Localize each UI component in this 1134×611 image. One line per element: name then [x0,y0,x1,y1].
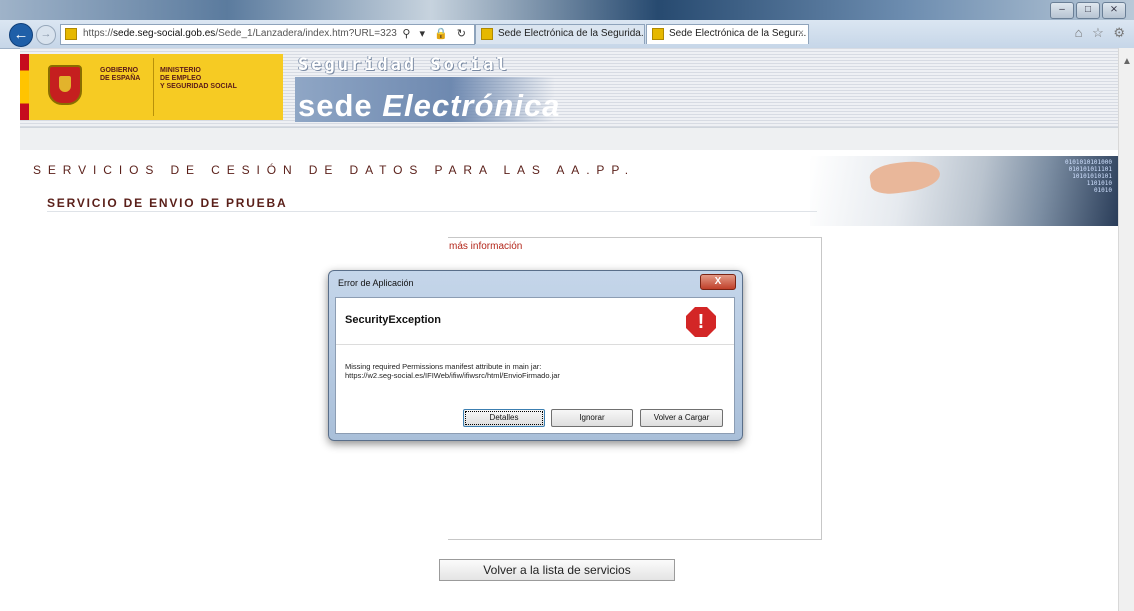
tab-sede-2-active[interactable]: Sede Electrónica de la Segur... × [646,24,809,44]
tab-title: Sede Electrónica de la Segur... [669,28,807,39]
more-info-link[interactable]: más información [449,241,522,252]
gobierno-text: GOBIERNO DE ESPAÑA [100,67,141,82]
maximize-button[interactable]: □ [1076,2,1100,19]
page-scrollbar[interactable]: ▲ [1118,48,1134,611]
scroll-up-icon[interactable]: ▲ [1122,56,1132,67]
sede-electronica-logo: sede Electrónica [298,88,561,123]
window-controls: – □ ⨯ [1050,2,1126,19]
gobierno-logo: GOBIERNO DE ESPAÑA MINISTERIO DE EMPLEO Y S… [20,54,283,120]
tab-favicon-icon [652,28,664,40]
ignore-button[interactable]: Ignorar [551,409,633,427]
reload-button[interactable]: Volver a Cargar [640,409,723,427]
stop-error-icon: ! [686,307,716,337]
tab-title: Sede Electrónica de la Segurida... [498,28,645,39]
browser-navbar: ← → https://sede.seg-social.gob.es/Sede_… [0,20,1134,49]
coat-of-arms-icon [48,65,82,105]
banner-rule [20,127,1118,150]
logo-divider [153,58,154,116]
home-favorites-settings-icons[interactable]: ⌂ ☆ ⚙ [1075,25,1128,41]
header-photo: 0101010101000 010101011101 10101010101 1101… [810,156,1118,226]
dialog-body: SecurityException ! Missing required Per… [335,297,735,434]
forward-arrow-icon[interactable]: → [36,25,56,45]
error-dialog: Error de Aplicación X SecurityException … [328,270,743,441]
seguridad-social-logo-text: Seguridad Social [298,55,510,75]
error-message: Missing required Permissions manifest at… [345,362,560,380]
back-to-services-button[interactable]: Volver a la lista de servicios [439,559,675,581]
address-bar[interactable]: https://sede.seg-social.gob.es/Sede_1/La… [60,24,475,45]
service-title: SERVICIO DE ENVIO DE PRUEBA [47,196,288,210]
binary-overlay: 0101010101000 010101011101 10101010101 1101… [1065,159,1112,194]
url-text: https://sede.seg-social.gob.es/Sede_1/La… [83,28,397,39]
window-titlebar: – □ ⨯ [0,0,1134,20]
site-banner: GOBIERNO DE ESPAÑA MINISTERIO DE EMPLEO Y S… [20,48,1118,127]
close-window-button[interactable]: ⨯ [1102,2,1126,19]
minimize-button[interactable]: – [1050,2,1074,19]
details-button[interactable]: Detalles [463,409,545,427]
spain-flag-icon [20,54,29,120]
dialog-header: SecurityException ! [336,298,734,345]
dialog-title: Error de Aplicación [338,278,414,288]
dialog-close-button[interactable]: X [700,274,736,290]
exception-title: SecurityException [345,314,441,326]
site-favicon-icon [65,28,77,40]
tab-sede-1[interactable]: Sede Electrónica de la Segurida... [475,24,645,44]
address-tools-icons[interactable]: ⚲ ▾ 🔒 ↻ [402,27,469,40]
back-arrow-icon[interactable]: ← [9,23,33,47]
tab-close-icon[interactable]: × [798,28,804,39]
typing-hand-image [868,157,942,197]
tab-favicon-icon [481,28,493,40]
title-divider [47,211,817,212]
services-header: SERVICIOS DE CESIÓN DE DATOS PARA LAS AA… [33,163,635,177]
ministerio-text: MINISTERIO DE EMPLEO Y SEGURIDAD SOCIAL [160,67,237,90]
